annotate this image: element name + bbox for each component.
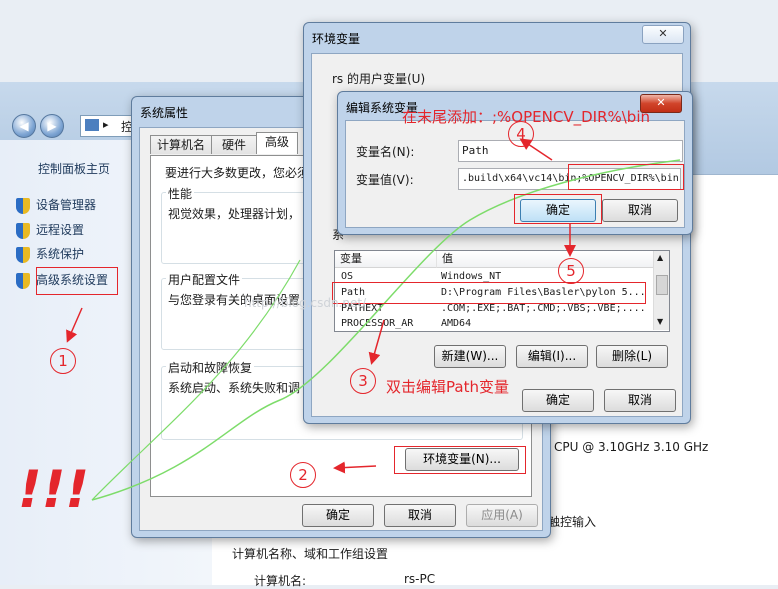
arrow-step3 — [368, 319, 385, 365]
highlight-path-row — [332, 282, 646, 304]
step4-caption: 在末尾添加：;%OPENCV_DIR%\bin — [402, 108, 650, 126]
step3-caption: 双击编辑Path变量 — [386, 378, 509, 396]
highlight-advanced-settings — [36, 267, 118, 295]
arrow-step1 — [66, 307, 83, 343]
step-marker-5: 5 — [558, 258, 584, 284]
arrow-step2 — [333, 461, 377, 474]
highlight-ok-button — [514, 194, 602, 224]
step-marker-1: 1 — [50, 348, 76, 374]
step-marker-2: 2 — [290, 462, 316, 488]
highlight-env-button — [394, 446, 526, 474]
exclamation-marks: !!! — [18, 460, 90, 520]
step-marker-3: 3 — [350, 368, 376, 394]
watermark-text: http://blog.csdn.net/ — [244, 296, 367, 310]
highlight-value-tail — [568, 164, 684, 190]
